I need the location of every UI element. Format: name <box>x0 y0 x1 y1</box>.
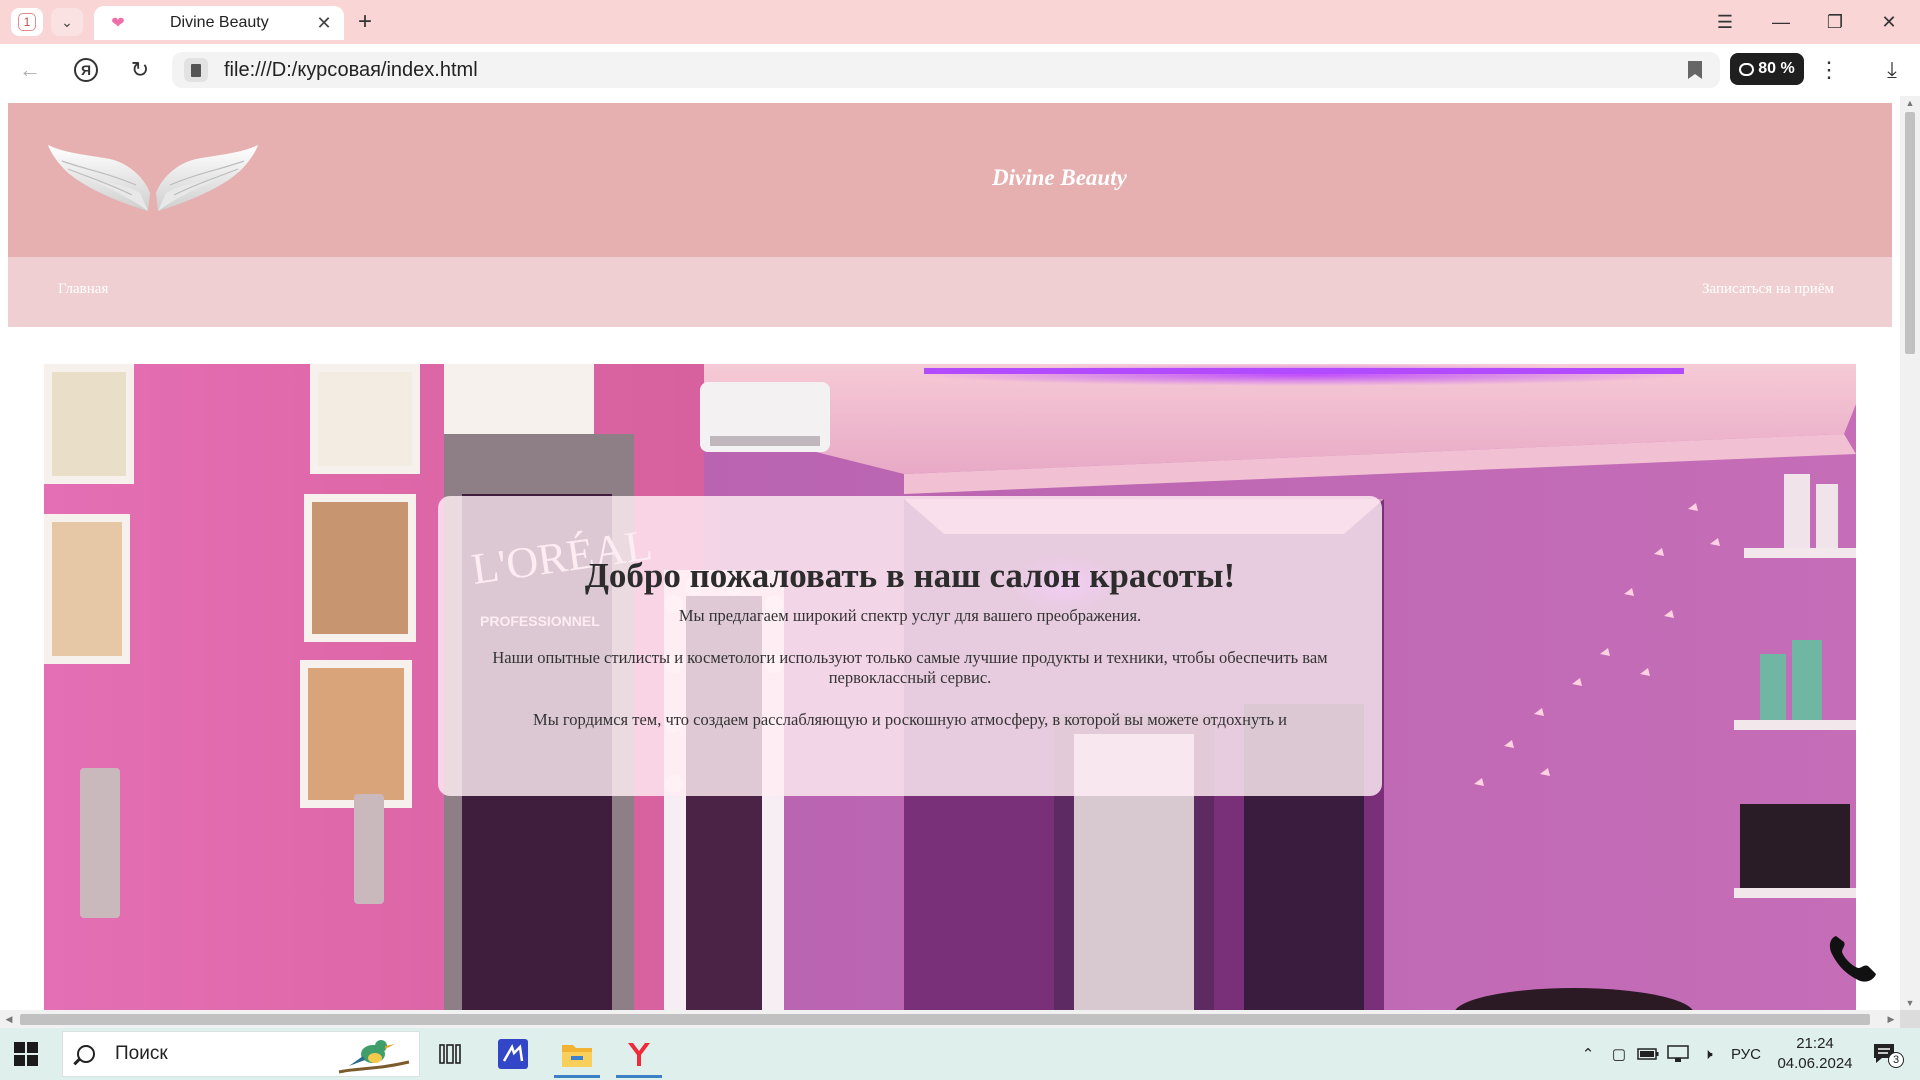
editor-app-icon <box>498 1039 528 1069</box>
heart-favicon-icon: ❤ <box>111 15 125 32</box>
vertical-scrollbar[interactable]: ▲ ▼ <box>1900 96 1920 1010</box>
taskbar-app-yandex-browser[interactable] <box>612 1030 666 1078</box>
nav-link-home[interactable]: Главная <box>58 281 108 298</box>
minimize-icon[interactable]: — <box>1756 6 1806 38</box>
tab-counter-button[interactable]: 1 <box>11 8 43 36</box>
scroll-up-icon[interactable]: ▲ <box>1900 96 1920 110</box>
clock-time: 21:24 <box>1796 1035 1834 1052</box>
notification-count: 3 <box>1888 1052 1904 1068</box>
browser-toolbar: ← Я ↻ file:///D:/курсовая/index.html 80 … <box>0 44 1920 96</box>
taskbar-search[interactable]: Поиск <box>62 1031 420 1077</box>
file-protocol-icon[interactable] <box>184 58 208 82</box>
site-navigation: Главная Записаться на приём <box>8 257 1892 327</box>
task-view-icon[interactable] <box>438 1042 462 1066</box>
scroll-left-icon[interactable]: ◀ <box>2 1010 16 1028</box>
tabs-menu-icon[interactable]: ☰ <box>1700 6 1750 38</box>
comment-bubble-icon <box>1739 62 1755 76</box>
nav-link-booking[interactable]: Записаться на приём <box>1702 281 1834 298</box>
search-icon <box>77 1045 95 1063</box>
browser-tab-active[interactable]: ❤ Divine Beauty ✕ <box>94 6 344 40</box>
meeting-icon[interactable]: ▢ <box>1608 1042 1630 1066</box>
search-label: Поиск <box>115 1043 168 1064</box>
volume-muted-icon[interactable]: 🕨︎ <box>1696 1042 1720 1066</box>
bookmark-icon[interactable] <box>1688 61 1702 79</box>
wings-logo-icon <box>48 145 258 211</box>
site-header: Divine Beauty <box>8 103 1892 257</box>
welcome-paragraph-3: Мы гордимся тем, что создаем расслабляющ… <box>533 710 1287 729</box>
input-language[interactable]: РУС <box>1728 1042 1764 1066</box>
clock-date: 04.06.2024 <box>1777 1055 1853 1072</box>
tab-list-chevron-icon[interactable]: ⌄ <box>51 8 83 36</box>
bird-illustration-icon <box>338 1040 410 1074</box>
welcome-paragraph-1: Мы предлагаем широкий спектр услуг для в… <box>678 606 1142 625</box>
taskbar-clock[interactable]: 21:24 04.06.2024 <box>1770 1034 1860 1074</box>
reload-icon[interactable]: ↻ <box>124 54 156 86</box>
vertical-scroll-thumb[interactable] <box>1905 112 1915 354</box>
windows-start-icon[interactable] <box>14 1042 38 1066</box>
horizontal-scroll-thumb[interactable] <box>20 1014 1870 1025</box>
yandex-logo-icon: Я <box>74 58 98 82</box>
page-viewport: Divine Beauty Главная Записаться на приё… <box>0 96 1900 1010</box>
welcome-card: Добро пожаловать в наш салон красоты! Мы… <box>438 496 1382 796</box>
network-icon[interactable] <box>1666 1042 1690 1066</box>
address-bar[interactable]: file:///D:/курсовая/index.html <box>172 52 1720 88</box>
zoom-badge[interactable]: 80 % <box>1730 53 1804 85</box>
close-tab-icon[interactable]: ✕ <box>314 13 334 33</box>
scrollbar-corner <box>1900 1010 1920 1028</box>
back-arrow-icon[interactable]: ← <box>14 54 46 86</box>
close-window-icon[interactable]: ✕ <box>1864 6 1914 38</box>
zoom-level: 80 % <box>1758 60 1795 77</box>
scroll-down-icon[interactable]: ▼ <box>1900 996 1920 1010</box>
welcome-paragraph-2: Наши опытные стилисты и косметологи испо… <box>492 648 1328 687</box>
restore-window-icon[interactable]: ❐ <box>1810 6 1860 38</box>
yandex-button[interactable]: Я <box>70 54 102 86</box>
horizontal-scrollbar[interactable]: ◀ ▶ <box>0 1010 1900 1028</box>
windows-taskbar: Поиск ⌃ ▢ 🕨︎ РУС 21:24 04.06.2024 3 <box>0 1028 1920 1080</box>
yandex-browser-icon <box>628 1043 650 1066</box>
taskbar-app-editor[interactable] <box>486 1030 540 1078</box>
download-icon[interactable]: ⤓ <box>1876 54 1908 86</box>
more-menu-icon[interactable]: ⋮ <box>1816 54 1842 86</box>
browser-tabstrip: 1 ⌄ ❤ Divine Beauty ✕ + ☰ — ❐ ✕ <box>0 0 1920 44</box>
show-hidden-icons-chevron-icon[interactable]: ⌃ <box>1578 1042 1598 1066</box>
tab-count: 1 <box>18 13 36 31</box>
folder-icon <box>562 1045 592 1067</box>
taskbar-app-explorer[interactable] <box>550 1030 604 1078</box>
site-title: Divine Beauty <box>992 165 1127 190</box>
notification-center-button[interactable]: 3 <box>1870 1040 1906 1070</box>
battery-icon[interactable] <box>1636 1042 1660 1066</box>
new-tab-plus-icon[interactable]: + <box>352 8 378 35</box>
tab-title: Divine Beauty <box>170 14 269 31</box>
scroll-right-icon[interactable]: ▶ <box>1884 1010 1898 1028</box>
phone-icon[interactable] <box>1826 932 1878 984</box>
address-url[interactable]: file:///D:/курсовая/index.html <box>224 59 478 82</box>
welcome-heading: Добро пожаловать в наш салон красоты! <box>584 556 1236 595</box>
